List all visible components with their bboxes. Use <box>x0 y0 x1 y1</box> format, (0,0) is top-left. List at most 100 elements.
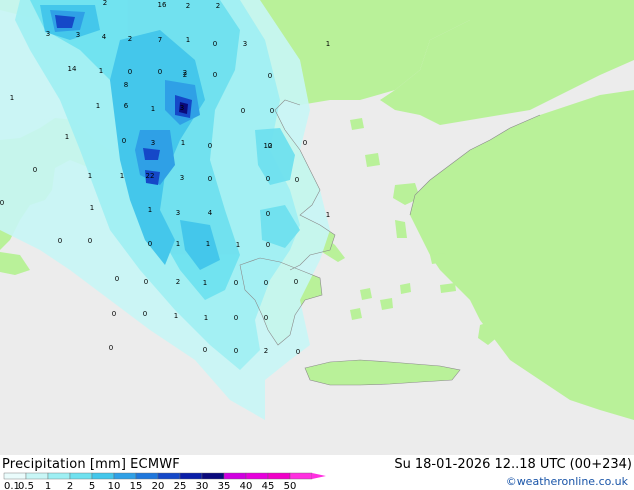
legend-swatch <box>3 472 27 480</box>
time-range-label: 12..18 <box>494 457 536 472</box>
timezone-label: UTC <box>539 457 566 472</box>
land-cyclades-1 <box>360 288 372 300</box>
colorbar-legend: 0.10.5 1 2 5 10 15 20 25 30 35 40 45 50 <box>3 472 326 490</box>
legend-tick-label: 40 <box>240 481 253 490</box>
precip-value-label: 2 <box>264 347 268 355</box>
precip-value-label: 6 <box>124 102 129 110</box>
precip-value-label: 1 <box>204 314 208 322</box>
precip-value-label: 3 <box>151 139 155 147</box>
legend-tick-label: 25 <box>174 481 187 490</box>
precip-value-label: 8 <box>124 81 128 89</box>
land-thasos <box>350 118 364 130</box>
precip-value-label: 1 <box>176 240 180 248</box>
precip-value-label: 0 <box>115 275 119 283</box>
precip-value-label: 0 <box>270 107 274 115</box>
precip-value-label: 1 <box>151 105 155 113</box>
legend-tick-label: 1 <box>45 481 51 490</box>
precip-value-label: 0 <box>158 68 162 76</box>
precip-value-label: 0 <box>144 278 148 286</box>
precip-value-label: 1 <box>203 279 207 287</box>
precip-value-label: 0 <box>203 346 207 354</box>
precip-value-label: 3 <box>180 104 184 112</box>
precip-value-label: 1 <box>88 172 92 180</box>
precip-value-label: 2 <box>183 69 187 77</box>
precip-value-label: 0 <box>241 107 245 115</box>
legend-tick-label: 0.5 <box>18 481 34 490</box>
legend-swatch <box>267 472 291 480</box>
precip-value-label: 0 <box>266 210 270 218</box>
land-cyclades-2 <box>380 298 393 310</box>
precip-value-label: 0 <box>213 71 217 79</box>
legend-swatch <box>245 472 269 480</box>
precip-value-label: 0 <box>128 68 132 76</box>
precip-value-label: 1 <box>10 94 14 102</box>
precip-value-label: 14 <box>68 65 77 73</box>
precip-value-label: 2 <box>176 278 180 286</box>
variable-label: Precipitation <box>2 457 86 472</box>
land-cyclades-3 <box>350 308 362 320</box>
precip-value-label: 2 <box>186 2 190 10</box>
unit-label: [mm] <box>89 457 127 472</box>
precip-value-label: 0 <box>296 348 300 356</box>
precip-value-label: 0 <box>264 279 268 287</box>
legend-swatch <box>179 472 203 480</box>
precip-value-label: 3 <box>76 31 80 39</box>
precip-value-label: 2 <box>128 35 132 43</box>
precip-value-label: 22 <box>146 172 155 180</box>
legend-tick-label: 15 <box>130 481 143 490</box>
model-label: ECMWF <box>130 457 180 472</box>
legend-tick-label: 45 <box>262 481 275 490</box>
precip-value-label: 7 <box>158 36 162 44</box>
legend-swatch <box>25 472 49 480</box>
precip-value-label: 0 <box>143 310 147 318</box>
precip-value-label: 1 <box>181 139 185 147</box>
precip-value-label: 1 <box>65 133 69 141</box>
precip-value-label: 16 <box>158 1 167 9</box>
precip-value-label: 0 <box>264 314 268 322</box>
precip-value-label: 1 <box>236 241 240 249</box>
precip-value-label: 1 <box>120 172 124 180</box>
legend-swatch <box>113 472 137 480</box>
credit-link[interactable]: ©weatheronline.co.uk <box>506 475 628 488</box>
run-label: (00+234) <box>569 457 632 472</box>
precip-value-label: 4 <box>102 33 107 41</box>
precip-value-label: 3 <box>243 40 247 48</box>
precip-value-label: 0 <box>268 72 272 80</box>
precip-value-label: 1 <box>174 312 178 320</box>
precip-value-label: 0 <box>112 310 116 318</box>
footer-bar: Precipitation [mm] ECMWF Su 18-01-2026 12..1… <box>0 455 634 490</box>
precip-value-label: 0 <box>148 240 152 248</box>
precip-value-label: 0 <box>294 278 298 286</box>
precip-value-label: 0 <box>33 166 37 174</box>
precip-value-label: 1 <box>186 36 190 44</box>
legend-swatch <box>135 472 159 480</box>
precip-value-label: 3 <box>180 174 184 182</box>
precip-value-label: 2 <box>216 2 220 10</box>
precip-value-label: 0 <box>234 314 238 322</box>
legend-swatch <box>47 472 71 480</box>
precip-value-label: 4 <box>208 209 213 217</box>
precip-value-label: 0 <box>122 137 126 145</box>
legend-swatch <box>223 472 247 480</box>
precip-value-label: 2 <box>103 0 107 7</box>
precip-value-label: 0 <box>109 344 113 352</box>
precip-value-label: 0 <box>208 175 212 183</box>
precip-value-label: 1 <box>90 204 94 212</box>
precip-value-label: 1 <box>148 206 152 214</box>
legend-tick-label: 5 <box>89 481 95 490</box>
map-title: Precipitation [mm] ECMWF <box>2 457 184 472</box>
legend-swatch <box>91 472 115 480</box>
legend-tick-label: 50 <box>284 481 297 490</box>
precip-value-label: 1 <box>206 240 210 248</box>
precip-value-label: 0 <box>88 237 92 245</box>
precip-value-label: 0 <box>266 175 270 183</box>
precip-value-label: 1 <box>326 211 330 219</box>
legend-swatch <box>157 472 181 480</box>
legend-swatch <box>69 472 93 480</box>
legend-swatch <box>289 472 313 480</box>
precip-value-label: 0 <box>208 142 212 150</box>
day-label: Su <box>394 457 411 472</box>
legend-tick-label: 2 <box>67 481 73 490</box>
legend-tick-label: 20 <box>152 481 165 490</box>
precip-value-label: 0 <box>234 347 238 355</box>
